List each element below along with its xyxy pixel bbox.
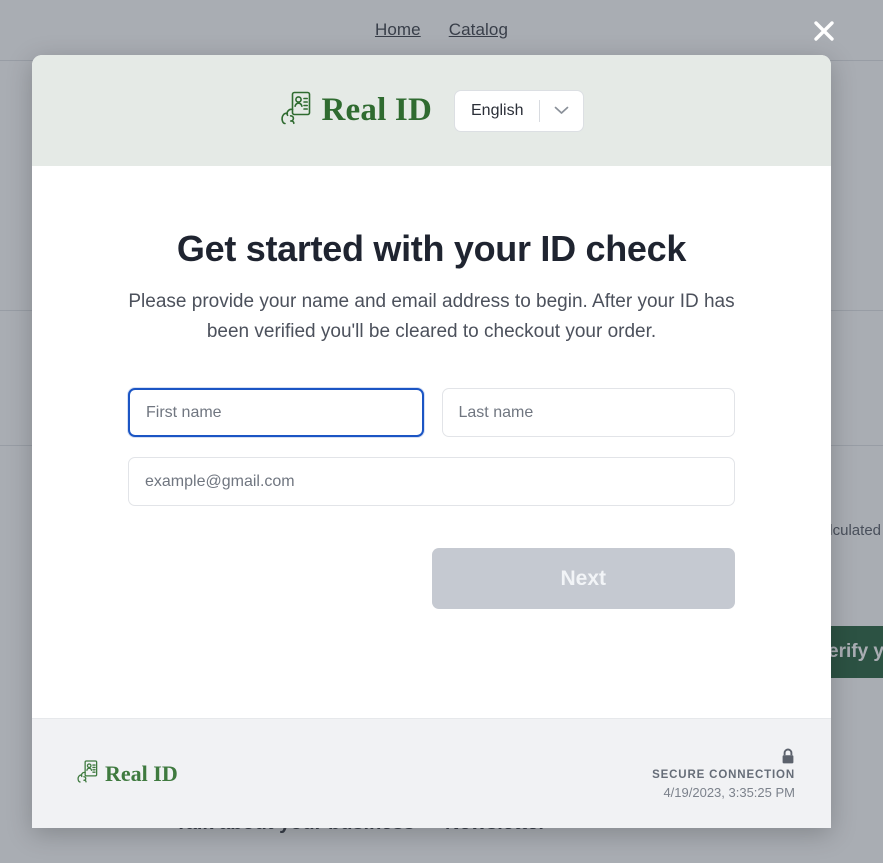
close-icon[interactable] bbox=[807, 14, 841, 48]
footer-real-id-logo: Real ID bbox=[76, 759, 178, 789]
divider bbox=[539, 99, 541, 122]
hand-holding-id-card-icon bbox=[279, 90, 313, 131]
secure-connection-label: SECURE CONNECTION bbox=[652, 768, 795, 781]
first-name-input[interactable] bbox=[128, 388, 424, 438]
language-selected-value: English bbox=[471, 101, 524, 119]
id-check-modal: Real ID English Get started with your ID… bbox=[32, 55, 831, 828]
footer-brand-name: Real ID bbox=[105, 760, 178, 786]
modal-body: Get started with your ID check Please pr… bbox=[32, 166, 831, 718]
hand-holding-id-card-icon bbox=[76, 759, 99, 789]
lock-icon bbox=[781, 748, 795, 765]
brand-name: Real ID bbox=[321, 92, 432, 128]
email-input[interactable] bbox=[128, 457, 735, 507]
page-root: Home Catalog alculated erify y Talk abou… bbox=[0, 0, 883, 863]
real-id-logo: Real ID bbox=[279, 90, 432, 131]
modal-footer: Real ID SECURE CONNECTION 4/19/2023, 3:3… bbox=[32, 718, 831, 828]
name-fields-row bbox=[128, 388, 735, 438]
secure-connection-block: SECURE CONNECTION 4/19/2023, 3:35:25 PM bbox=[652, 748, 795, 800]
modal-header: Real ID English bbox=[32, 55, 831, 166]
language-selector[interactable]: English bbox=[454, 89, 585, 132]
modal-subtitle: Please provide your name and email addre… bbox=[128, 291, 735, 343]
last-name-input[interactable] bbox=[441, 388, 735, 438]
secure-connection-timestamp: 4/19/2023, 3:35:25 PM bbox=[663, 784, 795, 800]
next-button[interactable]: Next bbox=[431, 548, 735, 610]
page-title: Get started with your ID check bbox=[176, 228, 687, 269]
email-field-row bbox=[128, 457, 735, 507]
chevron-down-icon bbox=[554, 102, 577, 120]
submit-row: Next bbox=[128, 548, 735, 610]
